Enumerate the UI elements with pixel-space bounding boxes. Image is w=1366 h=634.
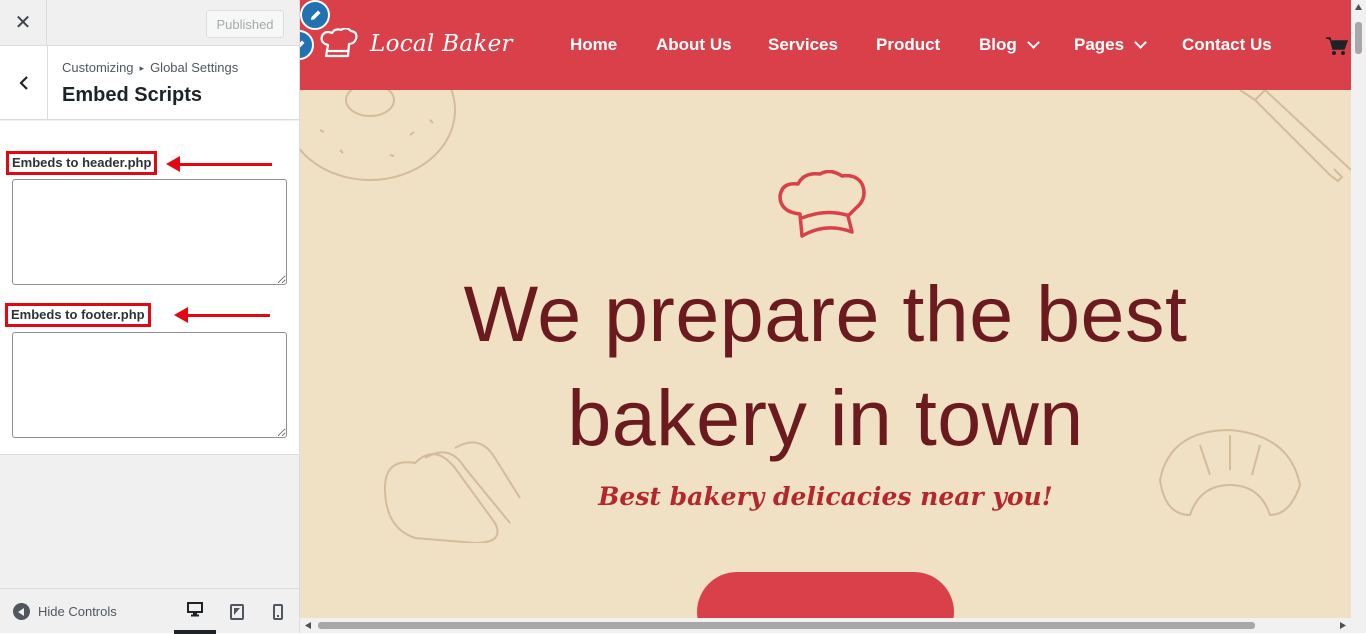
device-desktop-button[interactable] bbox=[174, 589, 216, 634]
edit-shortcut-button[interactable] bbox=[300, 0, 330, 30]
hero-title-line2: bakery in town bbox=[567, 373, 1084, 462]
chevron-down-icon bbox=[1134, 36, 1147, 49]
nav-pages-label: Pages bbox=[1074, 35, 1125, 54]
customizer-footer: Hide Controls bbox=[0, 588, 299, 634]
nav-home[interactable]: Home bbox=[570, 35, 617, 55]
footer-embed-label: Embeds to footer.php bbox=[5, 303, 151, 327]
back-button[interactable] bbox=[0, 46, 48, 119]
vertical-scroll-thumb[interactable] bbox=[1355, 22, 1362, 54]
hero-title: We prepare the best bakery in town bbox=[300, 262, 1351, 470]
device-tablet-button[interactable] bbox=[216, 589, 258, 634]
cart-icon[interactable] bbox=[1326, 36, 1348, 56]
breadcrumb: Customizing ▸ Global Settings bbox=[62, 60, 238, 75]
horizontal-scroll-thumb[interactable] bbox=[318, 622, 1255, 629]
nav-product[interactable]: Product bbox=[876, 35, 940, 55]
nav-product-label: Product bbox=[876, 35, 941, 54]
nav-contact-us-label: Contact Us bbox=[1182, 35, 1272, 54]
site-logo-text: Local Baker bbox=[370, 31, 513, 57]
header-embed-textarea[interactable] bbox=[12, 179, 287, 285]
hero-title-line1: We prepare the best bbox=[463, 269, 1188, 358]
nav-about-us[interactable]: About Us bbox=[656, 35, 732, 55]
customizer-sidebar: ✕ Published Customizing ▸ Global Settings … bbox=[0, 0, 300, 634]
section-header: Customizing ▸ Global Settings Embed Script… bbox=[0, 46, 299, 120]
site-logo[interactable]: Local Baker bbox=[318, 28, 513, 60]
embed-scripts-panel: Embeds to header.php Embeds to footer.ph… bbox=[0, 121, 299, 455]
collapse-icon bbox=[13, 603, 30, 620]
breadcrumb-customizing: Customizing bbox=[62, 60, 134, 75]
pencil-icon bbox=[310, 10, 320, 20]
section-title: Embed Scripts bbox=[62, 84, 203, 106]
customizer-topbar: ✕ Published bbox=[0, 0, 299, 46]
scroll-left-icon[interactable] bbox=[304, 621, 312, 630]
breadcrumb-global-settings: Global Settings bbox=[150, 60, 239, 75]
device-mobile-button[interactable] bbox=[257, 589, 299, 634]
hide-controls-button[interactable]: Hide Controls bbox=[13, 603, 117, 620]
annotation-arrow-header bbox=[166, 156, 272, 172]
horizontal-scrollbar[interactable] bbox=[300, 618, 1351, 633]
breadcrumb-separator: ▸ bbox=[139, 63, 145, 73]
site-preview: Local Baker Home About Us Services Produ… bbox=[300, 0, 1366, 633]
chevron-down-icon bbox=[1026, 36, 1040, 49]
chevron-left-icon bbox=[18, 75, 28, 90]
nav-blog[interactable]: Blog bbox=[979, 35, 1040, 55]
chef-hat-icon bbox=[778, 170, 866, 238]
nav-pages[interactable]: Pages bbox=[1074, 35, 1147, 55]
site-header: Local Baker Home About Us Services Produ… bbox=[300, 0, 1351, 90]
nav-services[interactable]: Services bbox=[768, 35, 838, 55]
nav-home-label: Home bbox=[570, 35, 618, 54]
vertical-scrollbar[interactable] bbox=[1351, 0, 1366, 633]
scroll-up-icon[interactable] bbox=[1354, 3, 1363, 11]
annotation-arrow-footer bbox=[174, 307, 270, 323]
chef-hat-logo-icon bbox=[320, 28, 358, 58]
nav-about-us-label: About Us bbox=[656, 35, 732, 54]
donut-sketch-icon bbox=[300, 90, 456, 181]
tablet-icon bbox=[230, 603, 244, 620]
mobile-icon bbox=[273, 603, 283, 620]
scroll-right-icon[interactable] bbox=[1339, 621, 1347, 630]
close-icon: ✕ bbox=[14, 12, 32, 34]
nav-services-label: Services bbox=[768, 35, 838, 54]
published-button[interactable]: Published bbox=[206, 10, 284, 38]
nav-blog-label: Blog bbox=[979, 35, 1017, 54]
close-customizer-button[interactable]: ✕ bbox=[0, 0, 47, 45]
header-embed-label: Embeds to header.php bbox=[6, 151, 158, 175]
rolling-pin-sketch-icon bbox=[1239, 90, 1351, 183]
hide-controls-label: Hide Controls bbox=[38, 604, 117, 619]
footer-embed-textarea[interactable] bbox=[12, 332, 287, 438]
hero-subtitle: Best bakery delicacies near you! bbox=[598, 482, 1053, 511]
pencil-icon bbox=[300, 40, 304, 47]
desktop-icon bbox=[187, 602, 203, 617]
nav-contact-us[interactable]: Contact Us bbox=[1182, 35, 1272, 55]
